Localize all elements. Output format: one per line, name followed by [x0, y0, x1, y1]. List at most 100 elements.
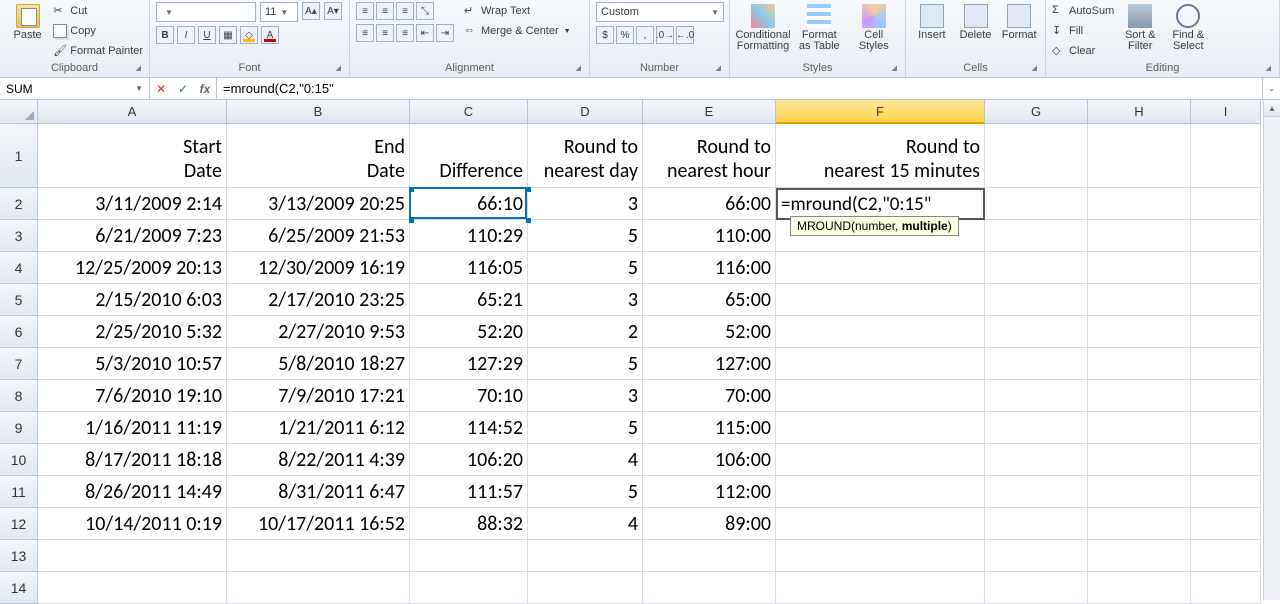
cell-G6[interactable]	[985, 316, 1088, 348]
cell-F6[interactable]	[776, 316, 985, 348]
col-header-I[interactable]: I	[1191, 100, 1261, 124]
cell-B4[interactable]: 12/30/2009 16:19	[227, 252, 410, 284]
name-box[interactable]: SUM ▼	[0, 78, 150, 99]
scroll-up-button[interactable]: ▲	[1264, 100, 1280, 117]
cell-E10[interactable]: 106:00	[643, 444, 776, 476]
col-header-B[interactable]: B	[227, 100, 410, 124]
font-family-combo[interactable]: ▼	[156, 2, 256, 22]
cell-C12[interactable]: 88:32	[410, 508, 528, 540]
cell-C4[interactable]: 116:05	[410, 252, 528, 284]
cell-D6[interactable]: 2	[528, 316, 643, 348]
col-header-D[interactable]: D	[528, 100, 643, 124]
cell-C6[interactable]: 52:20	[410, 316, 528, 348]
cell-I9[interactable]	[1191, 412, 1261, 444]
cell-B2[interactable]: 3/13/2009 20:25	[227, 188, 410, 220]
shrink-font-button[interactable]: A▾	[324, 2, 342, 20]
vertical-scrollbar[interactable]: ▲	[1263, 100, 1280, 600]
cell-C2[interactable]: 66:10	[410, 188, 528, 220]
enter-button[interactable]: ✓	[172, 82, 194, 96]
cell-F7[interactable]	[776, 348, 985, 380]
row-header-5[interactable]: 5	[0, 284, 38, 316]
cell-E2[interactable]: 66:00	[643, 188, 776, 220]
cell-I10[interactable]	[1191, 444, 1261, 476]
cell-C14[interactable]	[410, 572, 528, 604]
row-header-2[interactable]: 2	[0, 188, 38, 220]
cell-B5[interactable]: 2/17/2010 23:25	[227, 284, 410, 316]
format-painter-button[interactable]: 🖌Format Painter	[53, 42, 143, 60]
cell-I1[interactable]	[1191, 124, 1261, 188]
cell-G4[interactable]	[985, 252, 1088, 284]
font-size-combo[interactable]: 11▼	[260, 2, 298, 22]
percent-button[interactable]: %	[616, 26, 634, 44]
row-header-12[interactable]: 12	[0, 508, 38, 540]
cell-G14[interactable]	[985, 572, 1088, 604]
cell-styles-button[interactable]: Cell Styles	[849, 2, 900, 58]
cell-I3[interactable]	[1191, 220, 1261, 252]
row-header-7[interactable]: 7	[0, 348, 38, 380]
cell-H8[interactable]	[1088, 380, 1191, 412]
cell-G1[interactable]	[985, 124, 1088, 188]
cell-I6[interactable]	[1191, 316, 1261, 348]
cell-D14[interactable]	[528, 572, 643, 604]
cell-I12[interactable]	[1191, 508, 1261, 540]
border-button[interactable]: ▦	[219, 26, 237, 44]
cell-A3[interactable]: 6/21/2009 7:23	[38, 220, 227, 252]
cell-D10[interactable]: 4	[528, 444, 643, 476]
cell-C8[interactable]: 70:10	[410, 380, 528, 412]
fill-button[interactable]: ↧Fill	[1052, 22, 1114, 40]
row-header-10[interactable]: 10	[0, 444, 38, 476]
inc-indent-button[interactable]: ⇥	[436, 24, 454, 42]
cell-B8[interactable]: 7/9/2010 17:21	[227, 380, 410, 412]
insert-button[interactable]: Insert	[912, 2, 952, 58]
cell-I4[interactable]	[1191, 252, 1261, 284]
cell-E1[interactable]: Round to nearest hour	[643, 124, 776, 188]
align-right-button[interactable]: ≡	[396, 24, 414, 42]
cell-E9[interactable]: 115:00	[643, 412, 776, 444]
row-header-3[interactable]: 3	[0, 220, 38, 252]
cell-D5[interactable]: 3	[528, 284, 643, 316]
cell-A6[interactable]: 2/25/2010 5:32	[38, 316, 227, 348]
cell-B10[interactable]: 8/22/2011 4:39	[227, 444, 410, 476]
autosum-button[interactable]: ΣAutoSum	[1052, 2, 1114, 20]
cell-H1[interactable]	[1088, 124, 1191, 188]
cell-H7[interactable]	[1088, 348, 1191, 380]
align-top-button[interactable]: ≡	[356, 2, 374, 20]
formula-input[interactable]: =mround(C2,"0:15"	[217, 78, 1262, 99]
cell-F2[interactable]: =mround(C2,"0:15"MROUND(number, multiple…	[776, 188, 985, 220]
col-header-E[interactable]: E	[643, 100, 776, 124]
cell-G10[interactable]	[985, 444, 1088, 476]
cell-A14[interactable]	[38, 572, 227, 604]
cell-C7[interactable]: 127:29	[410, 348, 528, 380]
cell-I8[interactable]	[1191, 380, 1261, 412]
number-format-combo[interactable]: Custom▼	[596, 2, 724, 22]
cell-H14[interactable]	[1088, 572, 1191, 604]
delete-button[interactable]: Delete	[956, 2, 996, 58]
cell-E3[interactable]: 110:00	[643, 220, 776, 252]
find-select-button[interactable]: Find & Select	[1166, 2, 1210, 58]
col-header-C[interactable]: C	[410, 100, 528, 124]
cell-D7[interactable]: 5	[528, 348, 643, 380]
cell-F8[interactable]	[776, 380, 985, 412]
cell-E14[interactable]	[643, 572, 776, 604]
cond-format-button[interactable]: Conditional Formatting	[736, 2, 790, 58]
cell-D4[interactable]: 5	[528, 252, 643, 284]
cell-G8[interactable]	[985, 380, 1088, 412]
cell-A1[interactable]: Start Date	[38, 124, 227, 188]
cell-D1[interactable]: Round to nearest day	[528, 124, 643, 188]
expand-formula-bar-button[interactable]: ⌄	[1262, 78, 1280, 99]
cell-E7[interactable]: 127:00	[643, 348, 776, 380]
cell-E11[interactable]: 112:00	[643, 476, 776, 508]
cell-A12[interactable]: 10/14/2011 0:19	[38, 508, 227, 540]
comma-button[interactable]: ,	[636, 26, 654, 44]
cell-D9[interactable]: 5	[528, 412, 643, 444]
font-color-button[interactable]: A	[261, 26, 279, 44]
cell-B12[interactable]: 10/17/2011 16:52	[227, 508, 410, 540]
copy-button[interactable]: Copy	[53, 22, 143, 40]
cell-B13[interactable]	[227, 540, 410, 572]
row-header-9[interactable]: 9	[0, 412, 38, 444]
inc-decimal-button[interactable]: .0→	[656, 26, 674, 44]
cell-I11[interactable]	[1191, 476, 1261, 508]
clear-button[interactable]: ◇Clear	[1052, 42, 1114, 60]
cell-I13[interactable]	[1191, 540, 1261, 572]
cell-H6[interactable]	[1088, 316, 1191, 348]
